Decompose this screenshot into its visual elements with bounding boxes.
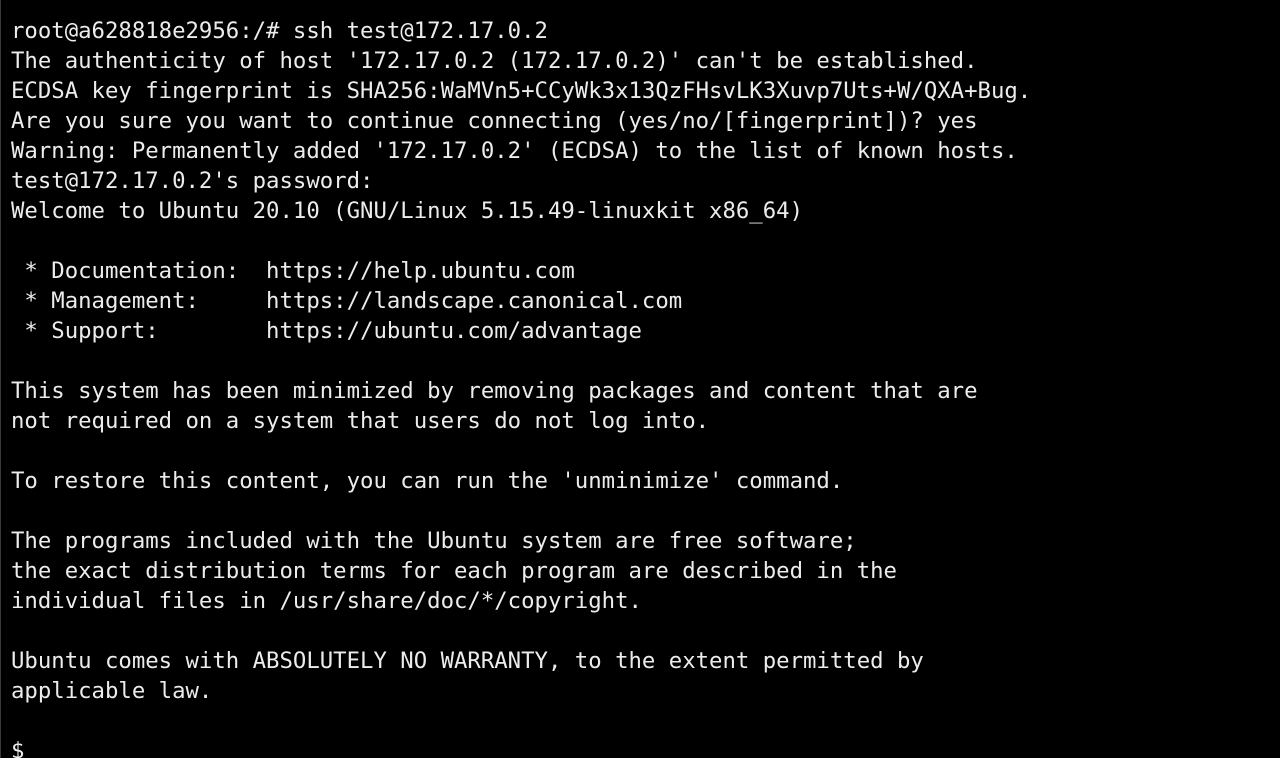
terminal-line-warranty-2: applicable law. xyxy=(11,678,213,704)
terminal-line-warranty-1: Ubuntu comes with ABSOLUTELY NO WARRANTY… xyxy=(11,648,924,674)
terminal-line-management: * Management: https://landscape.canonica… xyxy=(11,288,683,314)
terminal-line-fingerprint: ECDSA key fingerprint is SHA256:WaMVn5+C… xyxy=(11,78,1032,104)
terminal-line-documentation: * Documentation: https://help.ubuntu.com xyxy=(11,258,575,284)
terminal-line-distribution-terms: the exact distribution terms for each pr… xyxy=(11,558,897,584)
terminal-line-free-software: The programs included with the Ubuntu sy… xyxy=(11,528,857,554)
terminal-line-minimized-2: not required on a system that users do n… xyxy=(11,408,710,434)
terminal-line-copyright: individual files in /usr/share/doc/*/cop… xyxy=(11,588,642,614)
terminal-line-authenticity: The authenticity of host '172.17.0.2 (17… xyxy=(11,48,978,74)
terminal-line-restore: To restore this content, you can run the… xyxy=(11,468,844,494)
terminal-line-welcome: Welcome to Ubuntu 20.10 (GNU/Linux 5.15.… xyxy=(11,198,804,224)
terminal-line-confirm: Are you sure you want to continue connec… xyxy=(11,108,978,134)
shell-prompt[interactable]: $ xyxy=(11,736,1280,758)
terminal-line-minimized-1: This system has been minimized by removi… xyxy=(11,378,978,404)
terminal-line-warning: Warning: Permanently added '172.17.0.2' … xyxy=(11,138,1018,164)
terminal-line-ssh-command: root@a628818e2956:/# ssh test@172.17.0.2 xyxy=(11,18,548,44)
terminal-line-password: test@172.17.0.2's password: xyxy=(11,168,374,194)
terminal-window[interactable]: root@a628818e2956:/# ssh test@172.17.0.2… xyxy=(0,0,1280,758)
terminal-line-support: * Support: https://ubuntu.com/advantage xyxy=(11,318,642,344)
